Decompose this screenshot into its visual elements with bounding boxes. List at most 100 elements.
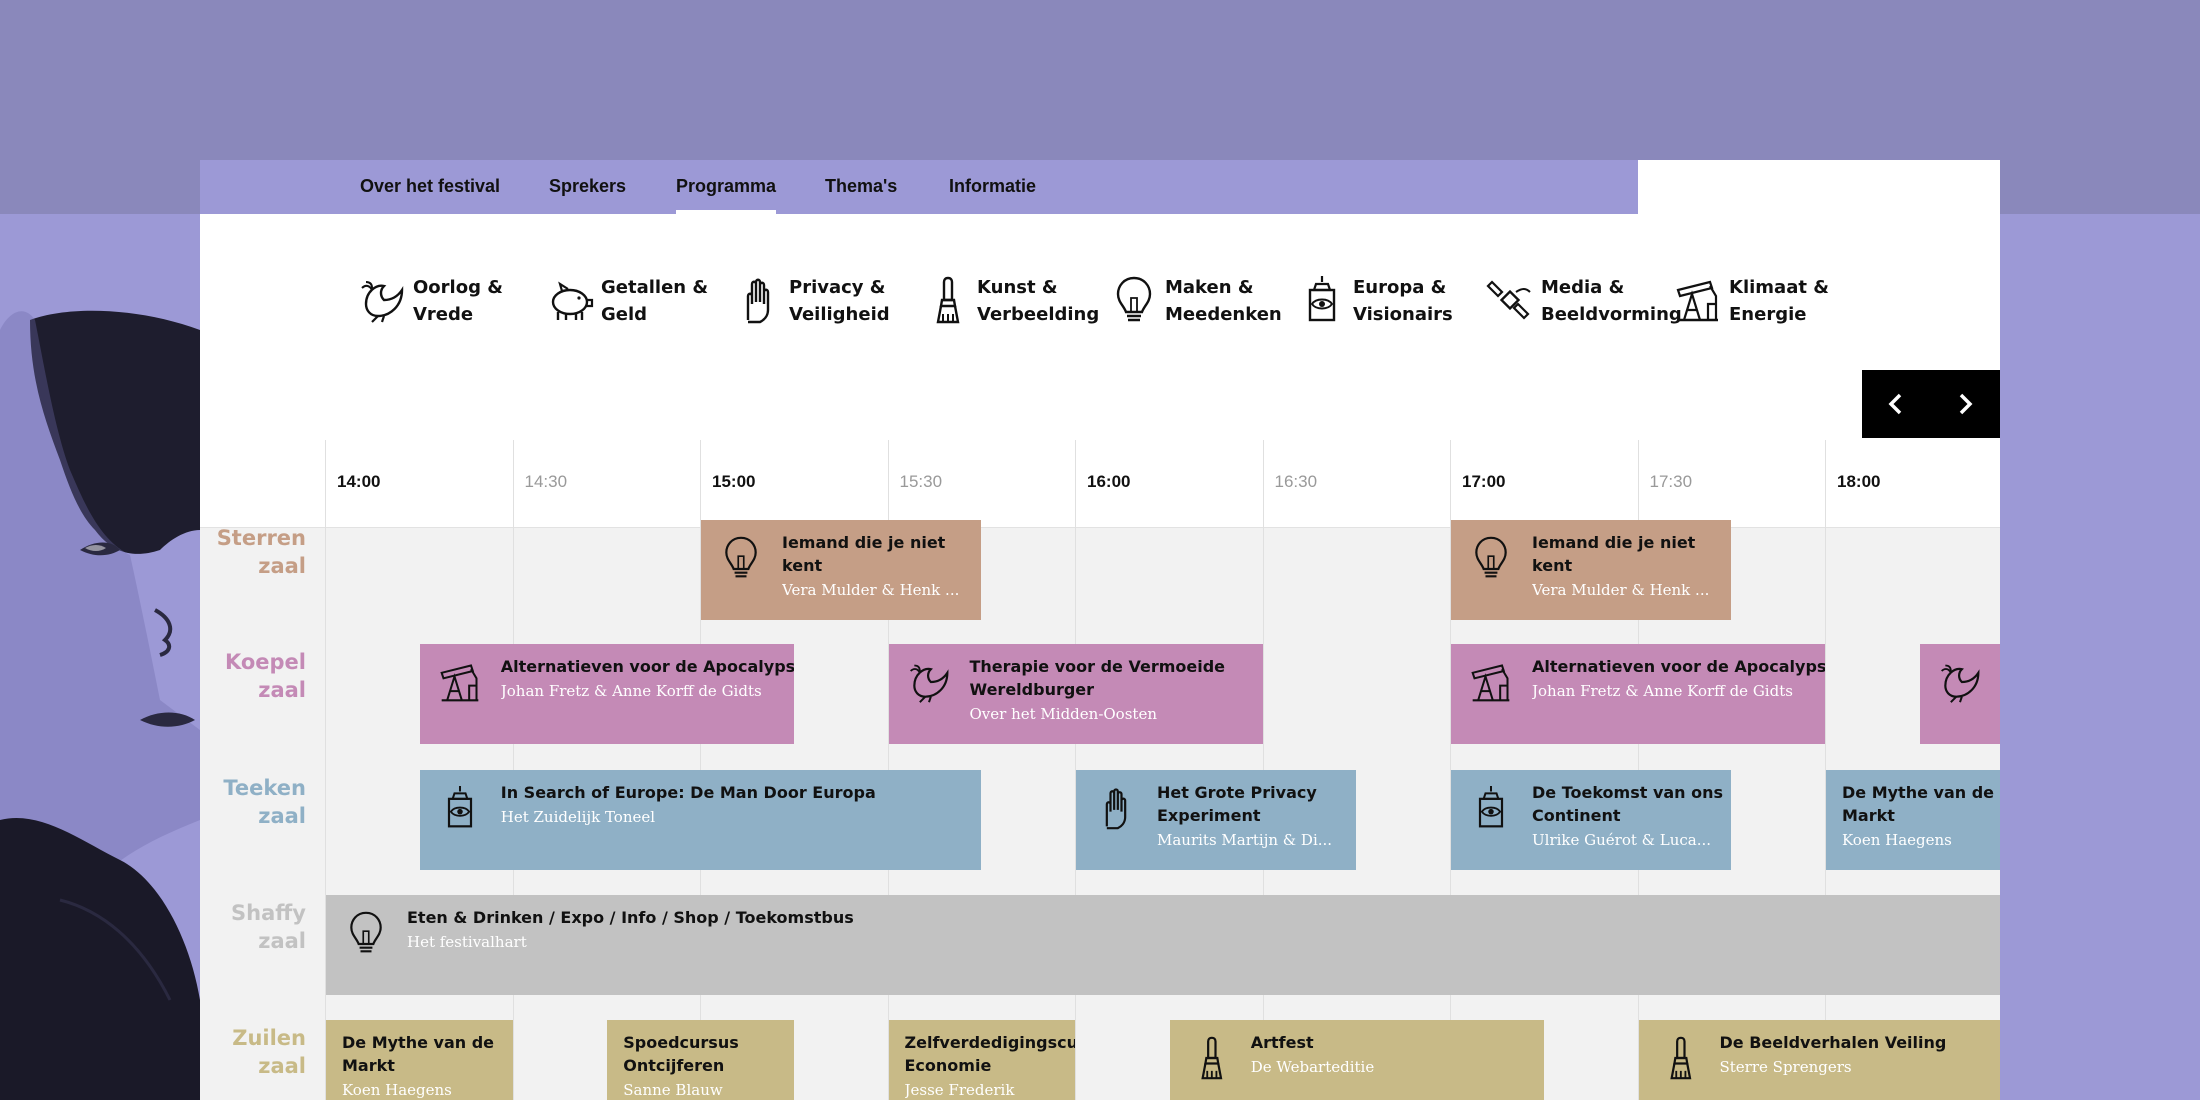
- event-speakers: Het Zuidelijk Toneel: [500, 808, 656, 826]
- event-title: Het Grote Privacy Experiment: [1157, 783, 1317, 825]
- time-gridline: [325, 440, 326, 1100]
- event-speakers: Over het Midden-Oosten: [969, 705, 1157, 723]
- oil-pump-icon: [1676, 280, 1718, 322]
- programme-event[interactable]: Alternatieven voor de Apocalyps Johan Fre…: [1451, 644, 1825, 744]
- programme-event[interactable]: De Toekomst van ons Continent Ulrike Guér…: [1451, 770, 1732, 870]
- event-title: Iemand die je niet kent: [782, 533, 946, 575]
- room-label: Sterren zaal: [216, 526, 306, 578]
- chevron-right-icon: [1959, 393, 1973, 415]
- event-speakers: Vera Mulder & Henk ...: [1532, 581, 1710, 599]
- programme-event[interactable]: De Mythe van de Markt Koen Haegens: [1826, 770, 2000, 870]
- event-title: De Beeldverhalen Veiling: [1719, 1033, 1947, 1052]
- theme-label: Oorlog & Vrede: [413, 277, 503, 325]
- satellite-icon: [1486, 280, 1531, 320]
- time-label: 14:30: [524, 472, 568, 491]
- event-title: Eten & Drinken / Expo / Info / Shop / To…: [407, 908, 854, 927]
- theme-label: Europa & Visionairs: [1353, 277, 1453, 325]
- event-speakers: Sanne Blauw: [623, 1081, 723, 1099]
- room-label: Zuilen zaal: [232, 1026, 306, 1078]
- time-label: 15:30: [899, 472, 943, 491]
- nav-item-thema-s[interactable]: Thema's: [825, 176, 897, 214]
- programme-panel: Over het festival Sprekers Programma Thema'…: [200, 160, 2000, 1100]
- programme-event[interactable]: Alternatieven voor de Apocalyps Johan Fre…: [419, 644, 794, 744]
- event-speakers: Maurits Martijn & Di...: [1157, 831, 1333, 849]
- event-title: Iemand die je niet kent: [1532, 533, 1696, 575]
- time-label: 14:00: [337, 472, 381, 491]
- event-title: Zelfverdedigingscursus Economie: [904, 1033, 1076, 1075]
- programme-event[interactable]: Artfest De Webarteditie: [1169, 1020, 1544, 1100]
- lightbulb-icon: [1475, 536, 1507, 578]
- eye-tower-icon: [1308, 276, 1336, 322]
- theme-filter-eye-tower[interactable]: Europa & Visionairs: [1298, 264, 1483, 334]
- programme-event[interactable]: Het Grote Privacy Experiment Maurits Mart…: [1076, 770, 1357, 870]
- theme-filter-piggy-bank[interactable]: Getallen & Geld: [546, 264, 731, 334]
- programme-event[interactable]: Iemand die je niet kent Vera Mulder & Hen…: [1451, 520, 1732, 620]
- speaker-portrait: [0, 310, 200, 1100]
- programme-event[interactable]: De Beeldverhalen Veiling Sterre Sprengers: [1638, 1020, 2000, 1100]
- room-label: Koepel zaal: [224, 650, 306, 702]
- eye-tower-icon: [447, 786, 472, 828]
- programme-event[interactable]: Spoedcursus Ontcijferen Sanne Blauw: [607, 1020, 794, 1100]
- programme-event[interactable]: [1919, 644, 2000, 744]
- previous-button[interactable]: [1862, 370, 1931, 438]
- time-label: 16:00: [1087, 472, 1131, 491]
- programme-event[interactable]: In Search of Europe: De Man Door Europa H…: [419, 770, 982, 870]
- theme-filter-paintbrush[interactable]: Kunst & Verbeelding: [922, 264, 1107, 334]
- event-speakers: Johan Fretz & Anne Korff de Gidts: [1532, 682, 1793, 700]
- paintbrush-icon: [1669, 1036, 1691, 1080]
- programme-event[interactable]: Therapie voor de Vermoeide Wereldburger O…: [888, 644, 1263, 744]
- theme-filter-dove[interactable]: Oorlog & Vrede: [358, 264, 543, 334]
- programme-event[interactable]: Zelfverdedigingscursus Economie Jesse Fre…: [888, 1020, 1076, 1100]
- event-title: Therapie voor de Vermoeide Wereldburger: [969, 657, 1226, 699]
- lightbulb-icon: [1116, 276, 1152, 322]
- event-title: Artfest: [1250, 1033, 1314, 1052]
- room-label: Shaffy zaal: [231, 901, 306, 953]
- piggy-bank-icon: [551, 281, 594, 320]
- lightbulb-icon: [725, 536, 757, 578]
- theme-label: Maken & Meedenken: [1165, 277, 1282, 325]
- event-speakers: Ulrike Guérot & Luca...: [1532, 831, 1712, 849]
- event-title: Alternatieven voor de Apocalyps: [500, 657, 794, 676]
- nav-item-over-het-festival[interactable]: Over het festival: [360, 176, 500, 214]
- oil-pump-icon: [1471, 664, 1510, 702]
- eye-tower-icon: [1478, 786, 1504, 828]
- theme-filter-satellite[interactable]: Media & Beeldvorming: [1486, 264, 1682, 334]
- event-speakers: Koen Haegens: [342, 1081, 452, 1099]
- event-speakers: Het festivalhart: [407, 933, 527, 951]
- event-title: De Mythe van de Markt: [342, 1033, 495, 1075]
- theme-filter-lightbulb[interactable]: Maken & Meedenken: [1110, 264, 1295, 334]
- programme-event[interactable]: Iemand die je niet kent Vera Mulder & Hen…: [701, 520, 982, 620]
- nav-item-programma[interactable]: Programma: [676, 176, 777, 214]
- event-speakers: Koen Haegens: [1842, 831, 1952, 849]
- time-label: 17:30: [1649, 472, 1693, 491]
- hand-icon: [746, 278, 770, 324]
- theme-label: Kunst & Verbeelding: [977, 277, 1100, 325]
- event-speakers: Sterre Sprengers: [1719, 1058, 1852, 1076]
- event-title: Spoedcursus Ontcijferen: [623, 1033, 739, 1075]
- nav-item-sprekers[interactable]: Sprekers: [549, 176, 626, 214]
- nav-item-informatie[interactable]: Informatie: [949, 176, 1036, 214]
- theme-filter-oil-pump[interactable]: Klimaat & Energie: [1674, 264, 1859, 334]
- event-title: De Mythe van de Markt: [1842, 783, 1995, 825]
- theme-filter-hand[interactable]: Privacy & Veiligheid: [734, 264, 919, 334]
- programme-event[interactable]: Eten & Drinken / Expo / Info / Shop / To…: [326, 895, 2000, 995]
- dove-icon: [1940, 664, 1980, 703]
- event-title: In Search of Europe: De Man Door Europa: [500, 783, 876, 802]
- timeline-scroll-controls: [1862, 370, 2000, 438]
- schedule-grid: 14:00 14:30 15:00 15:30 16:00 16:30 17:00 17:30…: [200, 440, 2000, 1100]
- dove-icon: [361, 281, 404, 323]
- theme-label: Getallen & Geld: [601, 277, 709, 325]
- theme-label: Privacy & Veiligheid: [789, 277, 890, 325]
- paintbrush-icon: [936, 276, 960, 324]
- event-speakers: De Webarteditie: [1250, 1058, 1375, 1076]
- dove-icon: [909, 664, 948, 703]
- event-title: De Toekomst van ons Continent: [1532, 783, 1724, 825]
- next-button[interactable]: [1931, 370, 2000, 438]
- event-speakers: Johan Fretz & Anne Korff de Gidts: [500, 682, 762, 700]
- time-label: 15:00: [712, 472, 756, 491]
- paintbrush-icon: [1201, 1036, 1223, 1080]
- time-label: 17:00: [1462, 472, 1506, 491]
- oil-pump-icon: [440, 664, 479, 702]
- hand-icon: [1105, 788, 1127, 830]
- programme-event[interactable]: De Mythe van de Markt Koen Haegens: [326, 1020, 513, 1100]
